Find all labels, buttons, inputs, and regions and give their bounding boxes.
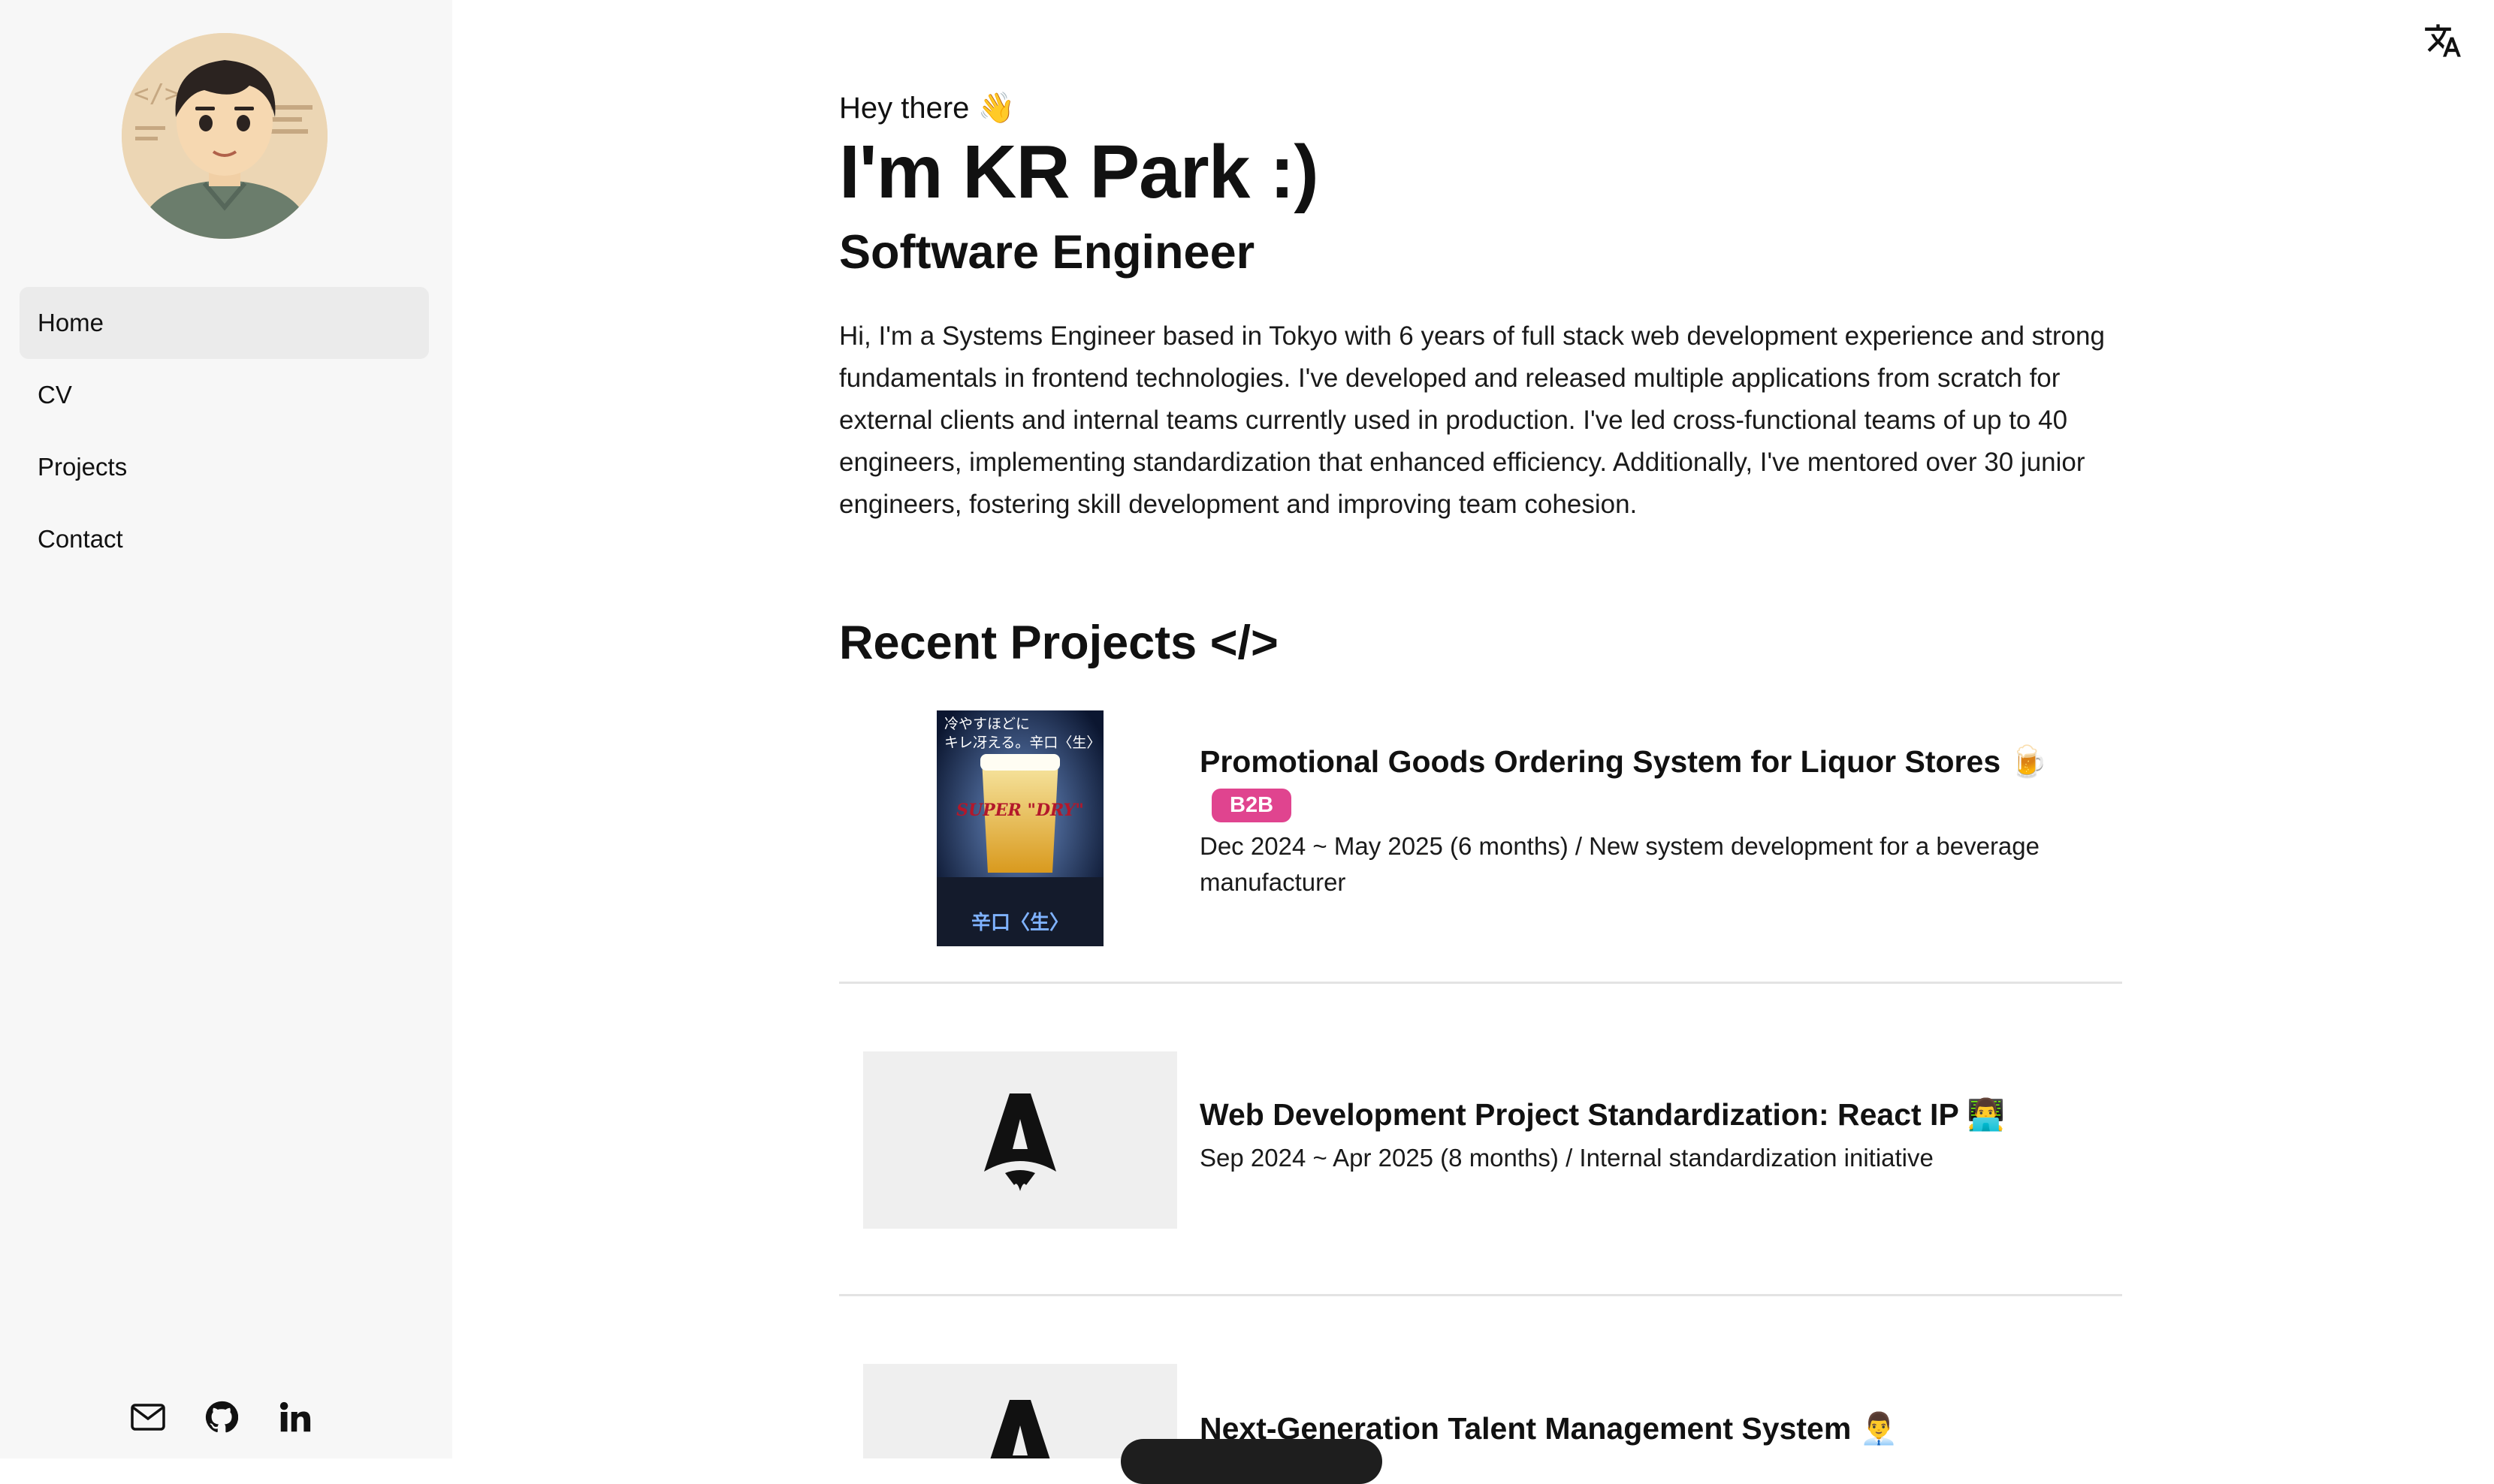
bio-paragraph: Hi, I'm a Systems Engineer based in Toky…: [839, 321, 2105, 519]
sidebar-item-cv[interactable]: CV: [20, 359, 429, 431]
page-title: I'm KR Park :): [839, 130, 1319, 214]
astro-logo-image: [863, 1051, 1177, 1229]
floating-toolbar[interactable]: [1121, 1439, 1382, 1484]
translate-icon[interactable]: [2423, 21, 2462, 60]
sidebar-item-contact[interactable]: Contact: [20, 503, 429, 575]
poster-subtitle: 辛口〈生〉: [971, 912, 1069, 934]
project-thumbnail: [863, 1051, 1177, 1229]
avatar: </>: [122, 33, 328, 239]
project-card[interactable]: Next-Generation Talent Management System…: [839, 1364, 2122, 1458]
project-badge: B2B: [1212, 789, 1292, 822]
sidebar-item-home[interactable]: Home: [20, 287, 429, 359]
project-card[interactable]: 冷やすほどに キレ冴える。辛口〈生〉 SUPER "DRY" 辛口〈生〉 Pro…: [839, 710, 2122, 948]
social-links: [129, 1398, 314, 1436]
beer-poster-image: 冷やすほどに キレ冴える。辛口〈生〉 SUPER "DRY" 辛口〈生〉: [937, 710, 1104, 946]
divider: [839, 982, 2122, 984]
project-card[interactable]: Web Development Project Standardization:…: [839, 1051, 2122, 1229]
project-title[interactable]: Promotional Goods Ordering System for Li…: [1200, 742, 2122, 781]
svg-text:</>: </>: [134, 79, 180, 109]
sidebar-nav: Home CV Projects Contact: [20, 287, 429, 575]
linkedin-icon[interactable]: [276, 1398, 314, 1436]
sidebar-item-label: Home: [38, 309, 104, 336]
role-title: Software Engineer: [839, 226, 1255, 279]
recent-projects-heading: Recent Projects </>: [839, 617, 1279, 669]
github-icon[interactable]: [203, 1398, 240, 1436]
sidebar-item-label: Contact: [38, 525, 123, 553]
project-info: Web Development Project Standardization:…: [1200, 1095, 2122, 1176]
divider: [839, 1294, 2122, 1296]
greeting: Hey there 👋: [839, 92, 1016, 125]
project-meta: Sep 2024 ~ Apr 2025 (8 months) / Interna…: [1200, 1144, 1934, 1172]
project-title[interactable]: Web Development Project Standardization:…: [1200, 1095, 2122, 1134]
poster-brand: SUPER "DRY": [956, 801, 1084, 820]
sidebar-item-projects[interactable]: Projects: [20, 431, 429, 503]
project-thumbnail: 冷やすほどに キレ冴える。辛口〈生〉 SUPER "DRY" 辛口〈生〉: [937, 710, 1104, 946]
sidebar-item-label: CV: [38, 381, 72, 409]
project-info: Promotional Goods Ordering System for Li…: [1200, 742, 2122, 900]
sidebar-item-label: Projects: [38, 453, 128, 481]
project-meta: Dec 2024 ~ May 2025 (6 months) / New sys…: [1200, 832, 2040, 896]
sidebar: </> Home CV Projects Contact: [0, 0, 452, 1458]
mail-icon[interactable]: [129, 1398, 167, 1436]
poster-headline: 冷やすほどに キレ冴える。辛口〈生〉: [944, 716, 1101, 751]
